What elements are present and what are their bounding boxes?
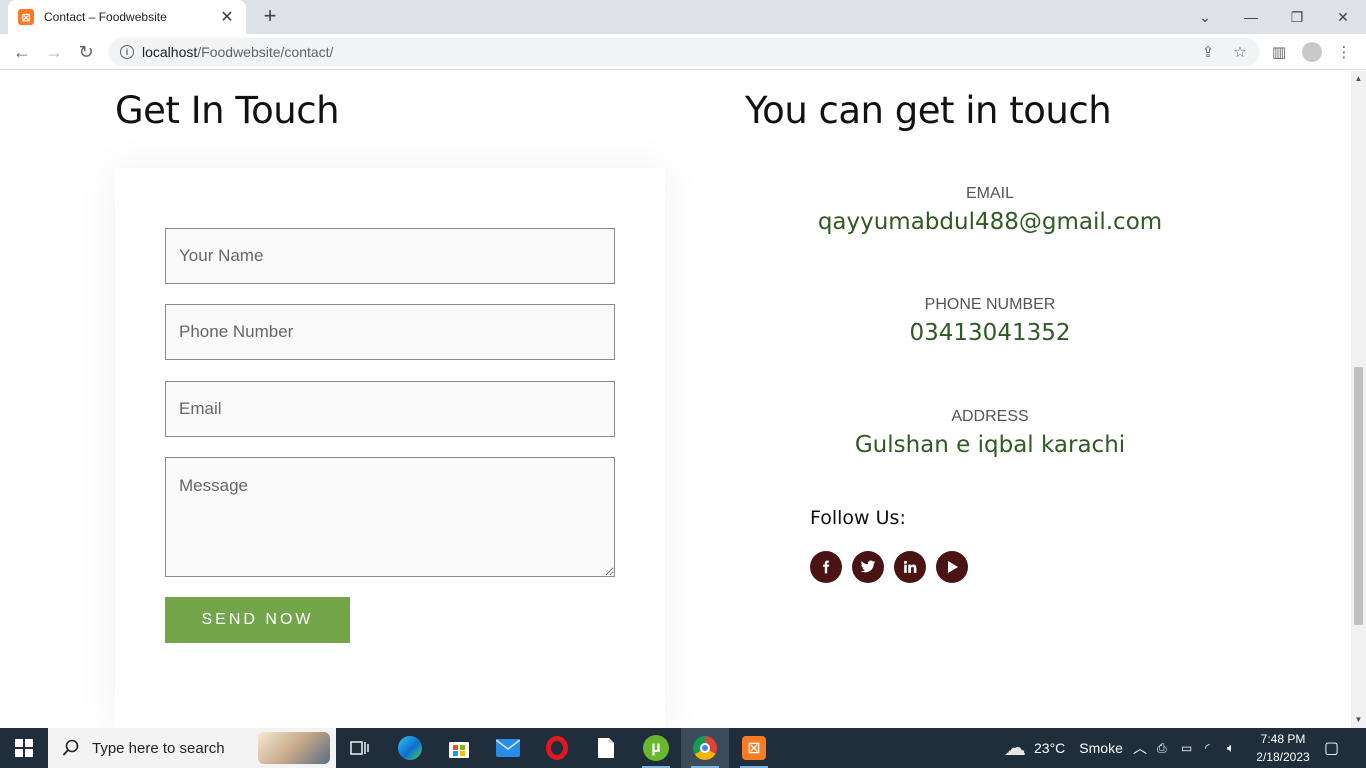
scrollbar-thumb[interactable] xyxy=(1354,367,1363,625)
chrome-icon[interactable] xyxy=(681,728,729,768)
forward-button[interactable]: → xyxy=(40,38,68,66)
task-view-icon[interactable] xyxy=(336,728,384,768)
address-bar[interactable]: i localhost/Foodwebsite/contact/ xyxy=(108,38,1260,66)
weather-text: Smoke xyxy=(1079,740,1123,756)
email-value[interactable]: qayyumabdul488@gmail.com xyxy=(780,209,1200,235)
phone-value[interactable]: 03413041352 xyxy=(780,320,1200,346)
clock-time: 7:48 PM xyxy=(1260,732,1306,746)
name-field[interactable] xyxy=(165,228,615,284)
linkedin-icon[interactable] xyxy=(894,551,926,583)
taskbar-search-box[interactable]: Type here to search xyxy=(48,728,336,768)
system-clock[interactable]: 7:48 PM 2/18/2023 xyxy=(1248,730,1318,766)
xampp-icon[interactable]: ⊠ xyxy=(730,728,778,768)
browser-tab-strip: ⊠ Contact – Foodwebsite ✕ + ⌄ — ❐ ✕ xyxy=(0,0,1366,34)
mail-icon[interactable] xyxy=(484,728,532,768)
utorrent-icon[interactable]: µ xyxy=(632,728,680,768)
browser-toolbar: ← → ↻ i localhost/Foodwebsite/contact/ ⇪… xyxy=(0,34,1366,70)
cloud-icon: ☁ xyxy=(1004,735,1026,760)
scroll-down-icon[interactable]: ▼ xyxy=(1354,715,1363,724)
minimize-button[interactable]: — xyxy=(1228,0,1274,34)
new-tab-button[interactable]: + xyxy=(258,3,282,28)
tab-search-chevron-icon[interactable]: ⌄ xyxy=(1182,0,1228,34)
volume-icon[interactable]: 🔈︎ xyxy=(1227,728,1235,768)
search-highlight-image xyxy=(258,732,330,764)
search-placeholder: Type here to search xyxy=(92,739,225,757)
notifications-icon[interactable]: ▢ xyxy=(1324,728,1339,768)
back-button[interactable]: ← xyxy=(8,38,36,66)
microsoft-store-icon[interactable] xyxy=(435,728,483,768)
file-icon[interactable] xyxy=(582,728,630,768)
share-icon[interactable]: ⇪ xyxy=(1194,38,1222,66)
tab-title: Contact – Foodwebsite xyxy=(44,10,167,24)
send-now-button[interactable]: SEND NOW xyxy=(165,597,350,643)
browser-tab[interactable]: ⊠ Contact – Foodwebsite ✕ xyxy=(8,0,246,34)
page-scrollbar[interactable]: ▲ ▼ xyxy=(1351,71,1366,728)
hidden-icons-chevron-icon[interactable]: ︿ xyxy=(1133,728,1147,768)
weather-temp: 23°C xyxy=(1034,740,1066,756)
twitter-icon[interactable] xyxy=(852,551,884,583)
restore-button[interactable]: ❐ xyxy=(1274,0,1320,34)
clock-date: 2/18/2023 xyxy=(1256,750,1310,764)
side-panel-icon[interactable]: ▥ xyxy=(1265,38,1293,66)
address-info: ADDRESS Gulshan e iqbal karachi xyxy=(780,408,1200,458)
follow-us-label: Follow Us: xyxy=(810,507,906,529)
bookmark-star-icon[interactable]: ☆ xyxy=(1226,38,1254,66)
email-label: EMAIL xyxy=(965,185,1014,202)
reload-button[interactable]: ↻ xyxy=(72,38,100,66)
email-field[interactable] xyxy=(165,381,615,437)
contact-info-heading: You can get in touch xyxy=(745,89,1112,132)
phone-field[interactable] xyxy=(165,304,615,360)
edge-browser-icon[interactable] xyxy=(386,728,434,768)
profile-avatar-icon[interactable] xyxy=(1298,38,1326,66)
url-text[interactable]: localhost/Foodwebsite/contact/ xyxy=(142,44,333,60)
youtube-icon[interactable] xyxy=(936,551,968,583)
address-value: Gulshan e iqbal karachi xyxy=(854,432,1126,458)
get-in-touch-heading: Get In Touch xyxy=(115,89,340,132)
phone-info: PHONE NUMBER 03413041352 xyxy=(780,296,1200,346)
opera-icon[interactable] xyxy=(533,728,581,768)
email-info: EMAIL qayyumabdul488@gmail.com xyxy=(780,185,1200,235)
windows-start-icon[interactable] xyxy=(0,728,48,768)
xampp-favicon-icon: ⊠ xyxy=(18,9,34,25)
weather-widget[interactable]: ☁ 23°C Smoke xyxy=(1004,728,1123,768)
scroll-up-icon[interactable]: ▲ xyxy=(1354,74,1363,83)
windows-taskbar: Type here to search µ ⊠ ☁ 23°C Smoke ︿ ⎙… xyxy=(0,728,1366,768)
page-viewport: Get In Touch You can get in touch SEND N… xyxy=(0,71,1351,728)
close-window-button[interactable]: ✕ xyxy=(1320,0,1366,34)
menu-kebab-icon[interactable]: ⋮ xyxy=(1330,38,1358,66)
tab-close-icon[interactable]: ✕ xyxy=(218,7,236,27)
message-field[interactable] xyxy=(165,457,615,577)
wifi-icon[interactable]: ◜ xyxy=(1205,728,1210,768)
facebook-icon[interactable] xyxy=(810,551,842,583)
search-icon xyxy=(62,739,79,756)
battery-icon[interactable]: ▭ xyxy=(1181,728,1192,768)
contact-form: SEND NOW xyxy=(115,168,665,728)
address-label: ADDRESS xyxy=(951,408,1029,425)
phone-label: PHONE NUMBER xyxy=(924,296,1056,313)
site-info-icon[interactable]: i xyxy=(120,45,134,59)
meet-now-icon[interactable]: ⎙ xyxy=(1157,728,1167,768)
